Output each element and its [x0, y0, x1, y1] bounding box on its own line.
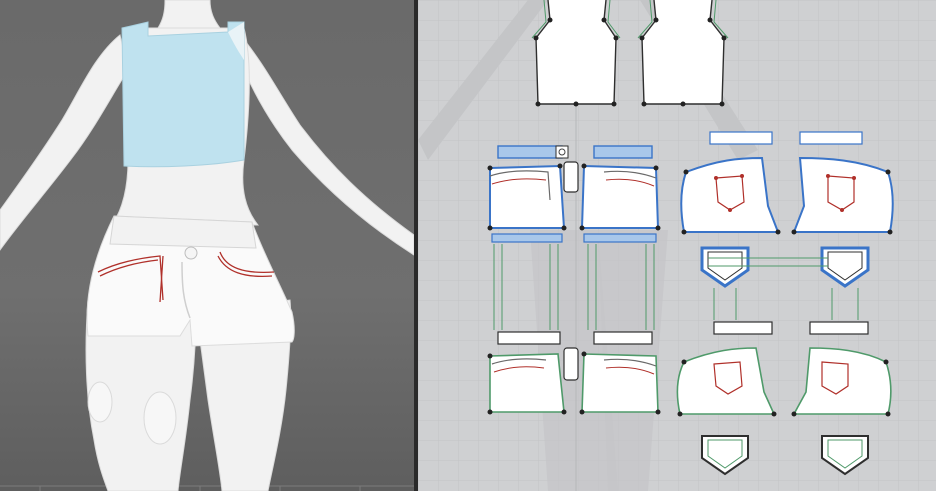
3d-scene[interactable] — [0, 0, 414, 491]
2d-pattern-window[interactable] — [418, 0, 936, 491]
pattern-canvas[interactable] — [418, 0, 936, 491]
avatar-right-arm — [239, 33, 414, 256]
avatar-neck — [157, 0, 221, 29]
shorts-button — [184, 246, 198, 260]
pattern-top-back[interactable] — [637, 0, 729, 107]
floor-grid — [0, 485, 414, 491]
shorts-3d[interactable] — [86, 215, 295, 347]
app-window — [0, 0, 936, 491]
crop-top-3d[interactable] — [121, 21, 245, 168]
3d-viewport[interactable] — [0, 0, 414, 491]
avatar-left-arm — [0, 34, 129, 251]
